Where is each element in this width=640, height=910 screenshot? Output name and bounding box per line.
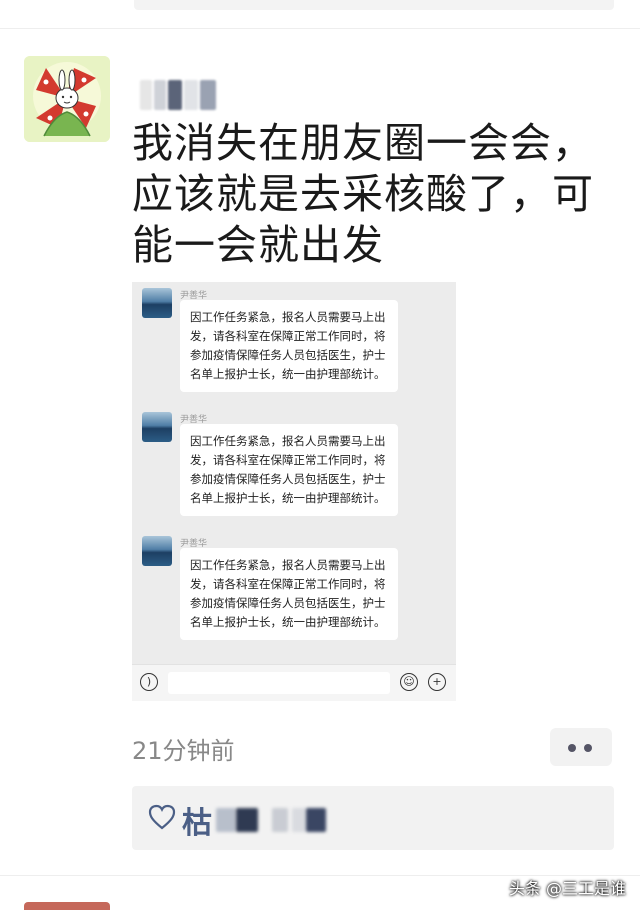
heart-icon — [148, 804, 176, 830]
next-post-avatar — [24, 902, 110, 910]
chat-input-field — [168, 672, 390, 694]
embedded-chat-screenshot[interactable]: 尹善华 因工作任务紧急，报名人员需要马上出发，请各科室在保障正常工作同时，将参加… — [132, 282, 456, 701]
dot-icon — [568, 744, 576, 752]
blurred-like-name — [272, 808, 288, 832]
plus-icon: + — [428, 673, 446, 691]
sender-avatar — [142, 536, 172, 566]
chat-bubble: 因工作任务紧急，报名人员需要马上出发，请各科室在保障正常工作同时，将参加疫情保障… — [180, 424, 398, 516]
post-text: 我消失在朋友圈一会会，应该就是去采核酸了，可能一会就出发 — [132, 119, 594, 269]
blurred-username[interactable] — [140, 80, 220, 110]
likes-panel: 枯 — [132, 786, 614, 850]
like-name[interactable]: 枯 — [182, 798, 212, 842]
post-time: 21分钟前 — [132, 737, 235, 765]
previous-post-remnant — [134, 0, 614, 10]
blurred-like-name — [292, 808, 306, 832]
chat-input-bar: ) ☺ + — [132, 664, 456, 701]
watermark: 头条 @三工是谁 — [508, 879, 626, 898]
divider — [0, 28, 640, 29]
sender-avatar — [142, 288, 172, 318]
avatar[interactable] — [24, 56, 110, 142]
blurred-like-name — [236, 808, 258, 832]
blurred-like-name — [306, 808, 326, 832]
chat-bubble: 因工作任务紧急，报名人员需要马上出发，请各科室在保障正常工作同时，将参加疫情保障… — [180, 300, 398, 392]
voice-icon: ) — [140, 673, 158, 691]
chat-bubble: 因工作任务紧急，报名人员需要马上出发，请各科室在保障正常工作同时，将参加疫情保障… — [180, 548, 398, 640]
dot-icon — [584, 744, 592, 752]
pinwheel-bunny-avatar-icon — [24, 56, 110, 142]
sender-avatar — [142, 412, 172, 442]
emoji-icon: ☺ — [400, 673, 418, 691]
blurred-like-name — [216, 808, 236, 832]
more-actions-button[interactable] — [550, 728, 612, 766]
